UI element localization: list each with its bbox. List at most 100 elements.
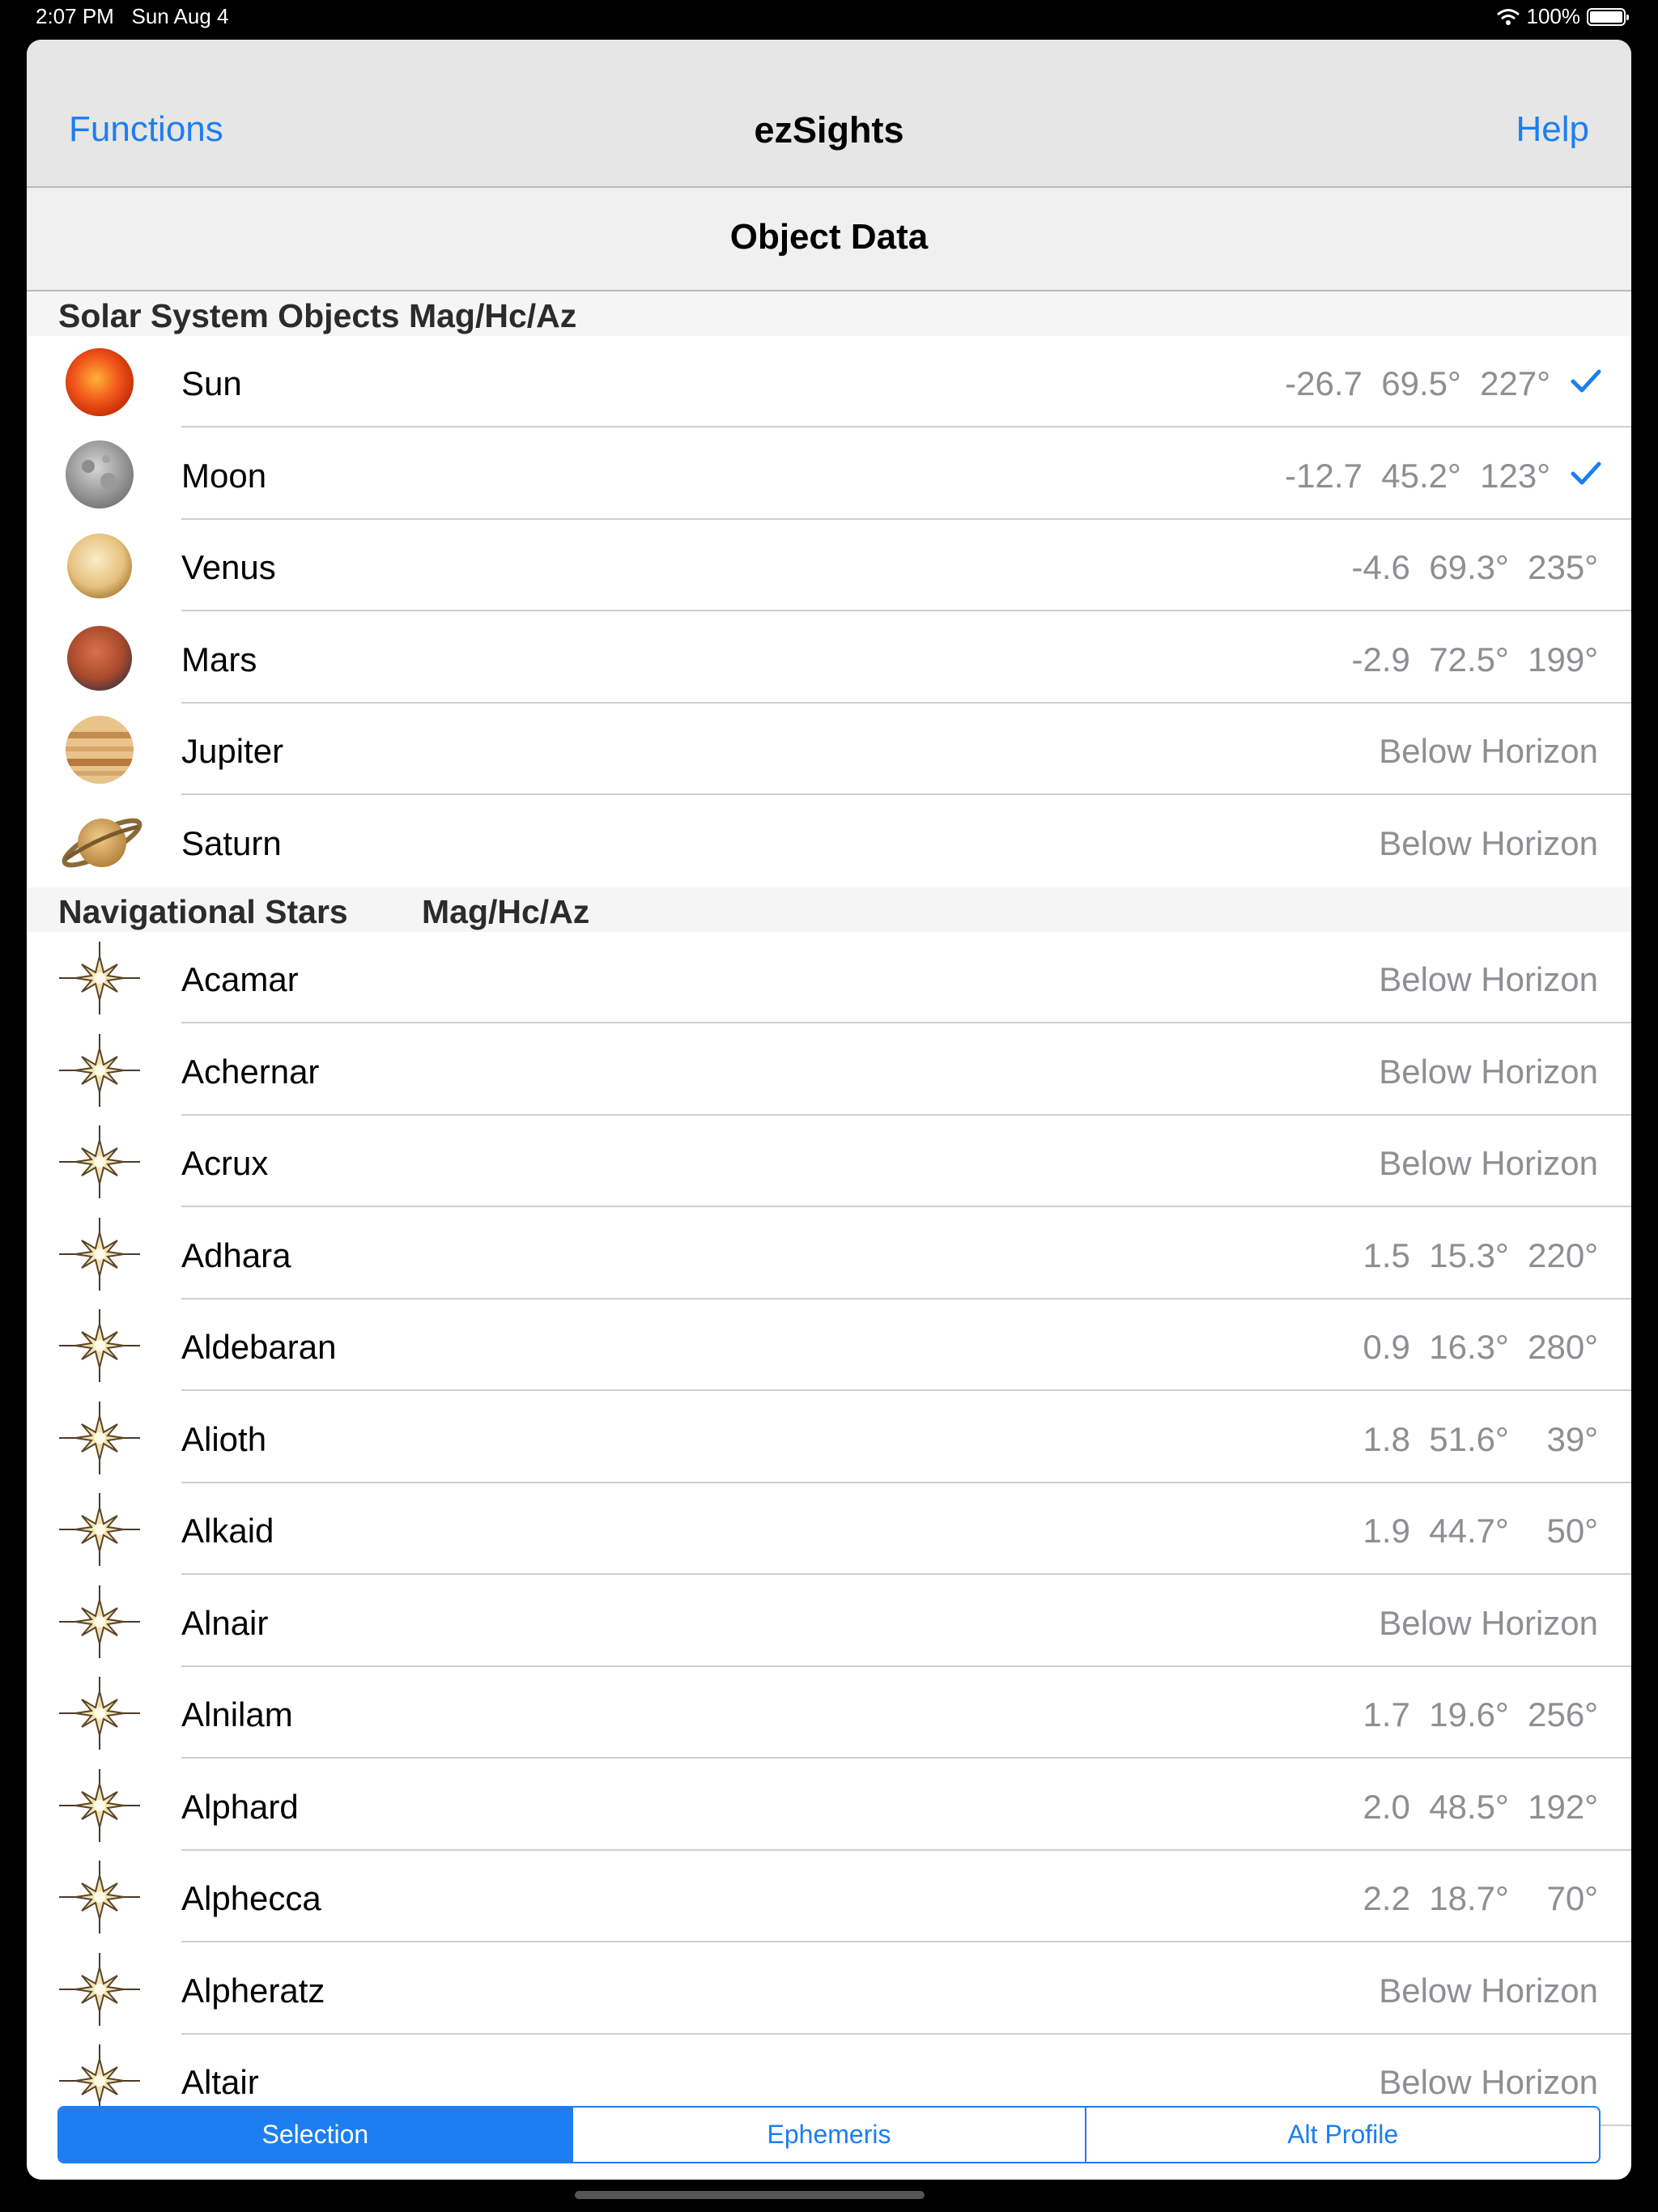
list-row[interactable]: Moon -12.7 45.2° 123° <box>27 428 1631 520</box>
list-row[interactable]: Sun -26.7 69.5° 227° <box>27 336 1631 428</box>
object-values: Below Horizon <box>1379 823 1598 862</box>
checkmark-icon <box>1570 367 1602 396</box>
sun-icon <box>64 347 135 418</box>
object-name: Aldebaran <box>181 1328 337 1366</box>
object-name: Mars <box>181 640 257 678</box>
star-icon <box>59 1952 140 2026</box>
list-row[interactable]: Aldebaran 0.9 16.3° 280° <box>27 1300 1631 1391</box>
object-values: Below Horizon <box>1379 2063 1598 2101</box>
object-values: Below Horizon <box>1379 1144 1598 1182</box>
status-right: 100% <box>1496 4 1629 29</box>
status-bar: 2:07 PM Sun Aug 4 100% <box>0 0 1658 36</box>
object-values: Below Horizon <box>1379 1052 1598 1091</box>
segment-ephemeris[interactable]: Ephemeris <box>571 2108 1086 2162</box>
object-name: Alphard <box>181 1787 299 1826</box>
object-name: Achernar <box>181 1052 320 1091</box>
star-icon <box>59 1309 140 1382</box>
object-values: Below Horizon <box>1379 1603 1598 1642</box>
star-icon <box>59 1401 140 1474</box>
object-name: Alkaid <box>181 1512 274 1550</box>
stars-section-columns: Mag/Hc/Az <box>422 893 590 930</box>
status-date: Sun Aug 4 <box>131 4 229 28</box>
list-row[interactable]: Venus -4.6 69.3° 235° <box>27 520 1631 611</box>
stars-section-title: Navigational Stars <box>58 893 348 930</box>
list-row[interactable]: Acrux Below Horizon <box>27 1116 1631 1207</box>
object-values: 2.0 48.5° 192° <box>1363 1787 1598 1826</box>
object-name: Venus <box>181 548 276 586</box>
object-data-header: Object Data <box>27 188 1631 291</box>
object-data-title: Object Data <box>729 217 929 257</box>
list-row[interactable]: Alphard 2.0 48.5° 192° <box>27 1759 1631 1851</box>
solar-system-section-header: Solar System Objects Mag/Hc/Az <box>27 291 1631 336</box>
wifi-icon <box>1496 8 1520 25</box>
segment-alt-profile[interactable]: Alt Profile <box>1085 2108 1599 2162</box>
star-icon <box>59 1585 140 1658</box>
home-indicator <box>575 2191 925 2199</box>
list-row[interactable]: Alphecca 2.2 18.7° 70° <box>27 1851 1631 1942</box>
list-row[interactable]: Alkaid 1.9 44.7° 50° <box>27 1483 1631 1575</box>
star-icon <box>59 1677 140 1750</box>
star-icon <box>59 1217 140 1291</box>
object-values: -2.9 72.5° 199° <box>1351 640 1598 678</box>
object-values: 2.2 18.7° 70° <box>1363 1879 1598 1917</box>
object-name: Saturn <box>181 823 282 862</box>
status-time-date: 2:07 PM Sun Aug 4 <box>36 4 229 29</box>
battery-percent: 100% <box>1526 4 1581 28</box>
object-values: 1.5 15.3° 220° <box>1363 1236 1598 1274</box>
list-row[interactable]: Adhara 1.5 15.3° 220° <box>27 1207 1631 1300</box>
object-name: Alioth <box>181 1419 267 1458</box>
checkmark-icon <box>1570 459 1602 488</box>
object-values: Below Horizon <box>1379 1971 1598 2010</box>
object-values: -26.7 69.5° 227° <box>1285 364 1550 402</box>
object-values: 0.9 16.3° 280° <box>1363 1328 1598 1366</box>
moon-icon <box>64 439 135 510</box>
object-name: Alnair <box>181 1603 269 1642</box>
object-name: Acrux <box>181 1144 269 1182</box>
mars-icon <box>64 623 135 694</box>
list-row[interactable]: Mars -2.9 72.5° 199° <box>27 611 1631 704</box>
venus-icon <box>64 530 135 602</box>
solar-section-title: Solar System Objects Mag/Hc/Az <box>58 297 577 334</box>
segment-selection[interactable]: Selection <box>59 2108 572 2162</box>
navigation-bar: Functions ezSights Help <box>27 40 1631 188</box>
star-icon <box>59 942 140 1015</box>
app-title: ezSights <box>754 109 904 151</box>
jupiter-icon <box>64 714 135 785</box>
object-name: Altair <box>181 2063 259 2101</box>
star-icon <box>59 1861 140 1933</box>
list-row[interactable]: Alpheratz Below Horizon <box>27 1942 1631 2035</box>
status-time: 2:07 PM <box>36 4 114 28</box>
star-icon <box>59 1768 140 1842</box>
saturn-icon <box>57 802 147 883</box>
object-name: Jupiter <box>181 732 284 770</box>
object-name: Alphecca <box>181 1879 321 1917</box>
object-values: Below Horizon <box>1379 960 1598 998</box>
object-name: Sun <box>181 364 242 402</box>
list-row[interactable]: Acamar Below Horizon <box>27 932 1631 1023</box>
list-row[interactable]: Alnair Below Horizon <box>27 1575 1631 1667</box>
navigational-stars-section-header: Navigational Stars Mag/Hc/Az <box>27 887 1631 932</box>
star-icon <box>59 1125 140 1198</box>
object-name: Moon <box>181 456 267 495</box>
star-icon <box>59 1033 140 1107</box>
object-values: 1.7 19.6° 256° <box>1363 1695 1598 1733</box>
object-values: -4.6 69.3° 235° <box>1351 548 1598 586</box>
object-name: Alnilam <box>181 1695 293 1733</box>
view-segmented-control: Selection Ephemeris Alt Profile <box>57 2106 1601 2163</box>
object-values: -12.7 45.2° 123° <box>1285 456 1550 495</box>
object-values: Below Horizon <box>1379 732 1598 770</box>
object-name: Acamar <box>181 960 299 998</box>
battery-icon <box>1587 7 1629 26</box>
object-values: 1.9 44.7° 50° <box>1363 1512 1598 1550</box>
list-row[interactable]: Alnilam 1.7 19.6° 256° <box>27 1667 1631 1759</box>
object-name: Adhara <box>181 1236 291 1274</box>
help-button[interactable]: Help <box>1516 109 1590 150</box>
object-values: 1.8 51.6° 39° <box>1363 1419 1598 1458</box>
star-icon <box>59 1493 140 1566</box>
list-row[interactable]: Achernar Below Horizon <box>27 1023 1631 1116</box>
app-sheet: Functions ezSights Help Object Data Sola… <box>27 40 1631 2180</box>
list-row[interactable]: Alioth 1.8 51.6° 39° <box>27 1391 1631 1483</box>
object-name: Alpheratz <box>181 1971 325 2010</box>
list-row[interactable]: Saturn Below Horizon <box>27 795 1631 887</box>
list-row[interactable]: Jupiter Below Horizon <box>27 704 1631 795</box>
